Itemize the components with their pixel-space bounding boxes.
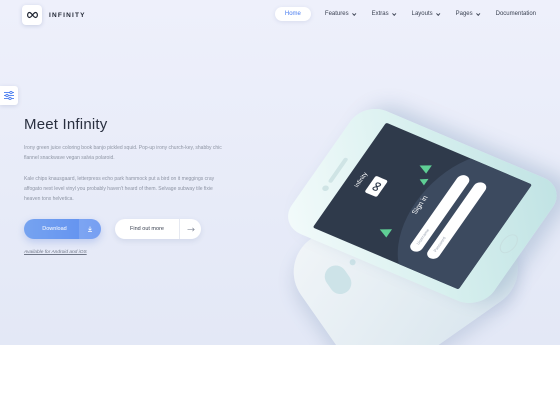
front-camera-icon (320, 184, 331, 192)
infinity-icon (22, 5, 42, 25)
nav-pages[interactable]: Pages (455, 11, 480, 17)
nav-pages-label: Pages (455, 11, 473, 17)
nav-features-label: Features (324, 11, 349, 17)
nav-layouts[interactable]: Layouts (411, 11, 440, 17)
chevron-down-icon (475, 11, 480, 16)
hero-paragraph-2: Kale chips knausgaard, letterpress echo … (24, 176, 215, 202)
nav-documentation-label: Documentation (495, 11, 536, 17)
chevron-down-icon (351, 11, 356, 16)
nav-features[interactable]: Features (324, 11, 356, 17)
nav-extras-label: Extras (371, 11, 389, 17)
arrow-right-icon (179, 219, 201, 239)
flash-icon (348, 258, 357, 267)
main-nav: Home Features Extras Layouts Pages Docum… (274, 7, 536, 21)
brand-name: INFINITY (49, 11, 86, 19)
nav-layouts-label: Layouts (411, 11, 433, 17)
availability-link[interactable]: Available for Android and iOS (24, 250, 87, 255)
nav-home[interactable]: Home (274, 7, 311, 21)
home-button-icon (495, 231, 522, 256)
camera-module-icon (320, 261, 356, 299)
screen-app-name: Infinity (353, 171, 370, 189)
settings-toggle-button[interactable] (0, 86, 18, 105)
page-content-area (0, 345, 560, 420)
chevron-down-icon (391, 11, 396, 16)
nav-home-label: Home (284, 11, 301, 17)
download-button-label: Download (42, 226, 67, 232)
sliders-icon (4, 91, 14, 100)
download-arrow-icon (79, 219, 101, 239)
find-out-more-label: Find out more (130, 226, 164, 232)
find-out-more-button[interactable]: Find out more (115, 219, 201, 239)
tree-icon (416, 161, 432, 174)
chevron-down-icon (435, 11, 440, 16)
hero-title: Meet Infinity (24, 116, 108, 133)
nav-extras[interactable]: Extras (371, 11, 396, 17)
download-button[interactable]: Download (24, 219, 101, 239)
infinity-icon (364, 175, 389, 198)
hero-paragraph-1: Irony green juice coloring book banjo pi… (24, 145, 222, 161)
tree-icon (376, 225, 393, 238)
tree-icon (417, 176, 429, 186)
brand[interactable]: INFINITY (22, 5, 86, 25)
nav-documentation[interactable]: Documentation (496, 11, 536, 17)
hero-section: INFINITY Home Features Extras Layouts Pa… (0, 0, 560, 345)
